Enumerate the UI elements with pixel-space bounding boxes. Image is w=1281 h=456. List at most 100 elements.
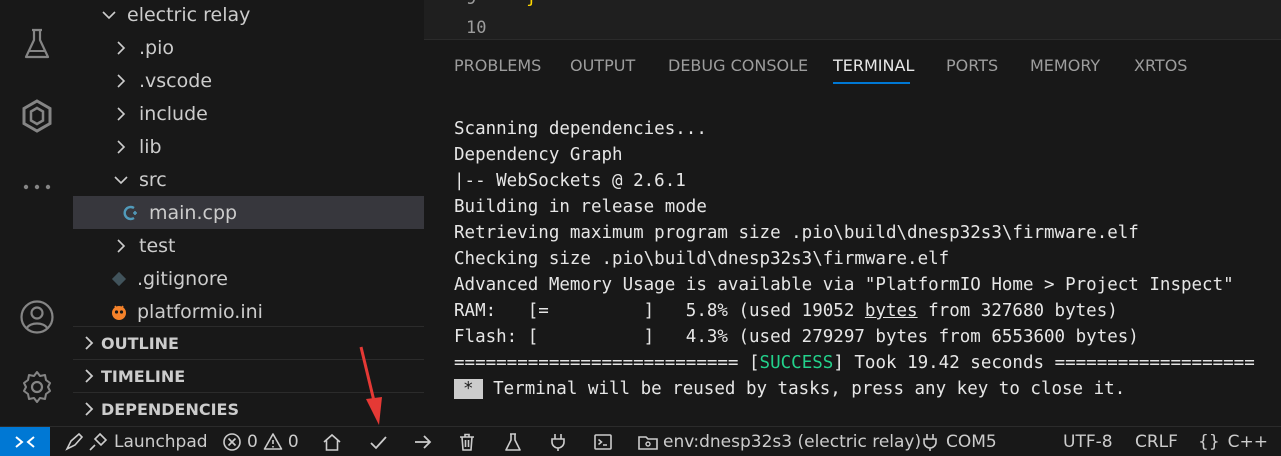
terminal-line: |-- WebSockets @ 2.6.1 <box>454 171 686 191</box>
pio-terminal-button[interactable] <box>593 427 613 456</box>
code-brace: } <box>526 0 537 8</box>
file-platformio-ini[interactable]: platformio.ini <box>73 295 424 328</box>
error-count: 0 <box>247 432 258 452</box>
line-number: 9 <box>466 0 476 9</box>
flask-icon[interactable] <box>17 24 57 64</box>
language-braces: {} <box>1198 432 1220 452</box>
plug-icon <box>551 434 565 451</box>
tab-xrtos[interactable]: XRTOS <box>1134 56 1187 75</box>
encoding-label: UTF-8 <box>1063 432 1113 452</box>
chevron-down-icon <box>97 10 121 20</box>
launchpad-button[interactable]: Launchpad <box>64 427 208 456</box>
reuse-marker: * <box>454 379 483 399</box>
remote-indicator[interactable] <box>0 427 50 456</box>
reuse-text: Terminal will be reused by tasks, press … <box>482 379 1126 399</box>
bottom-panel: PROBLEMS OUTPUT DEBUG CONSOLE TERMINAL P… <box>424 40 1281 426</box>
pio-home-button[interactable] <box>322 427 342 456</box>
folder-label: src <box>139 168 167 191</box>
account-icon[interactable] <box>17 297 57 337</box>
tab-ports[interactable]: PORTS <box>946 56 998 75</box>
file-label: main.cpp <box>149 201 238 224</box>
platformio-file-icon <box>107 302 131 322</box>
port-label: COM5 <box>946 432 997 452</box>
tab-output[interactable]: OUTPUT <box>570 56 635 75</box>
file-gitignore[interactable]: .gitignore <box>73 262 424 295</box>
launchpad-label: Launchpad <box>114 432 208 452</box>
chevron-right-icon <box>77 402 101 416</box>
folder-label: electric relay <box>127 3 251 26</box>
flask-icon <box>505 433 521 451</box>
ram-usage-text: from 327680 bytes) <box>917 301 1118 321</box>
editor-area <box>424 0 1281 40</box>
rocket-icon <box>65 432 84 451</box>
pio-serial-monitor-button[interactable] <box>548 427 568 456</box>
folder-label: lib <box>139 135 162 158</box>
error-icon <box>223 433 241 451</box>
chevron-down-icon <box>109 175 133 185</box>
pio-clean-button[interactable] <box>457 427 477 456</box>
encoding-selector[interactable]: UTF-8 <box>1063 427 1113 456</box>
annotation-arrow <box>359 346 382 425</box>
terminal-line-ram: RAM: [= ] 5.8% (used 19052 bytes from 32… <box>454 298 1255 324</box>
terminal-line: Building in release mode <box>454 197 707 217</box>
tab-debug-console[interactable]: DEBUG CONSOLE <box>668 56 808 75</box>
gear-icon[interactable] <box>17 367 57 407</box>
trash-icon <box>460 433 474 451</box>
plug-icon <box>89 432 108 451</box>
terminal-icon <box>594 434 612 450</box>
terminal-line: Retrieving maximum program size .pio\bui… <box>454 223 1139 243</box>
ram-usage-text: RAM: [= ] 5.8% (used 19052 <box>454 301 865 321</box>
port-selector[interactable]: COM5 <box>920 427 997 456</box>
language-selector[interactable]: {} C++ <box>1198 427 1268 456</box>
folder-pio[interactable]: .pio <box>73 31 424 64</box>
chevron-right-icon <box>77 336 101 350</box>
folder-lib[interactable]: lib <box>73 130 424 163</box>
terminal-line: Dependency Graph <box>454 145 623 165</box>
terminal-line: Flash: [ ] 4.3% (used 279297 bytes from … <box>454 327 1139 347</box>
tab-memory[interactable]: MEMORY <box>1030 56 1100 75</box>
cpp-file-icon <box>119 203 143 223</box>
folder-label: test <box>139 234 176 257</box>
home-icon <box>323 433 341 451</box>
eol-label: CRLF <box>1135 432 1178 452</box>
tab-problems[interactable]: PROBLEMS <box>454 56 541 75</box>
checkmark-icon <box>370 436 387 450</box>
chevron-right-icon <box>109 238 133 253</box>
folder-test[interactable]: test <box>73 229 424 262</box>
platformio-icon[interactable] <box>17 96 57 136</box>
section-label: TIMELINE <box>101 366 186 386</box>
warning-icon <box>263 433 283 450</box>
ram-bytes-link[interactable]: bytes <box>865 301 918 321</box>
pio-build-button[interactable] <box>368 427 388 456</box>
success-suffix: ] Took 19.42 seconds =================== <box>833 353 1255 373</box>
activity-bar <box>0 0 73 426</box>
folder-include[interactable]: include <box>73 97 424 130</box>
file-label: .gitignore <box>137 267 228 290</box>
more-icon[interactable] <box>17 167 57 207</box>
terminal-line: Advanced Memory Usage is available via "… <box>454 275 1234 295</box>
folder-src[interactable]: src <box>73 163 424 196</box>
pio-upload-button[interactable] <box>413 427 433 456</box>
status-bar: Launchpad 0 0 env:dnesp32s3 (electric re… <box>0 426 1281 456</box>
folder-electric-relay[interactable]: electric relay <box>73 0 424 31</box>
tab-terminal[interactable]: TERMINAL <box>833 56 914 75</box>
folder-env-icon <box>638 436 658 450</box>
remote-icon <box>15 436 35 448</box>
terminal-line: Scanning dependencies... <box>454 119 707 139</box>
problems-indicator[interactable]: 0 0 <box>222 427 299 456</box>
pio-env-selector[interactable]: env:dnesp32s3 (electric relay) <box>637 427 921 456</box>
pio-test-button[interactable] <box>503 427 523 456</box>
terminal-output[interactable]: Scanning dependencies... Dependency Graph… <box>454 116 1255 402</box>
folder-label: include <box>139 102 208 125</box>
chevron-right-icon <box>109 40 133 55</box>
file-main-cpp[interactable]: main.cpp <box>73 196 424 229</box>
env-label: env:dnesp32s3 (electric relay) <box>663 432 922 452</box>
terminal-line-success: =========================== [SUCCESS] To… <box>454 350 1255 376</box>
file-label: platformio.ini <box>137 300 263 323</box>
arrow-right-icon <box>415 435 432 449</box>
success-prefix: =========================== [ <box>454 353 760 373</box>
folder-vscode[interactable]: .vscode <box>73 64 424 97</box>
chevron-right-icon <box>109 139 133 154</box>
eol-selector[interactable]: CRLF <box>1135 427 1178 456</box>
terminal-line-reuse: * Terminal will be reused by tasks, pres… <box>454 376 1255 402</box>
